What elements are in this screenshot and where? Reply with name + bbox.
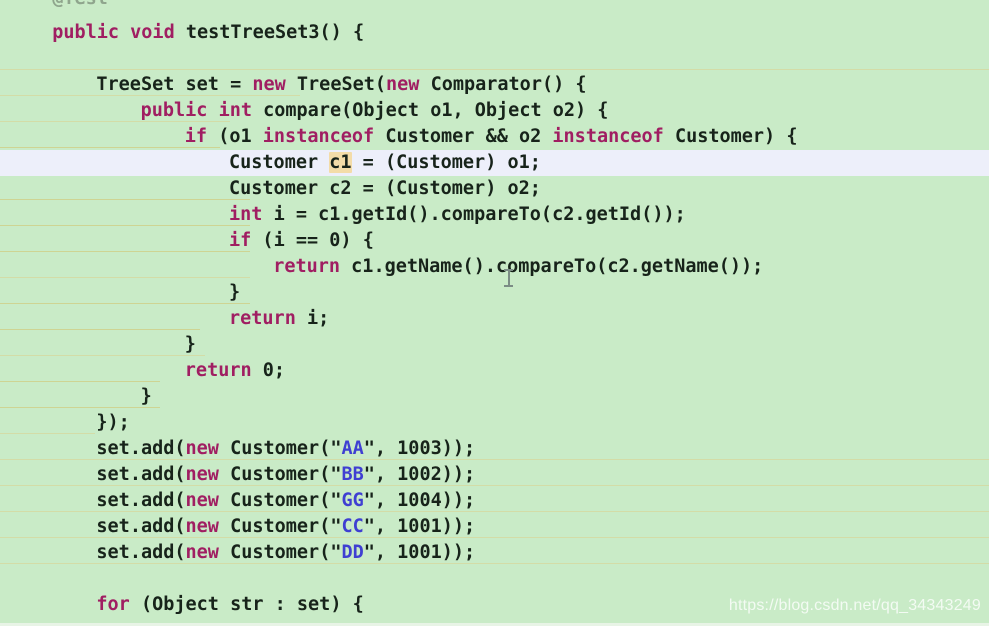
code-line[interactable]: return i; bbox=[0, 306, 989, 332]
code-line[interactable]: set.add(new Customer("CC", 1001)); bbox=[0, 514, 989, 540]
code-line[interactable]: Customer c1 = (Customer) o1; bbox=[0, 150, 989, 176]
code-line[interactable]: public int compare(Object o1, Object o2)… bbox=[0, 98, 989, 124]
code-line[interactable] bbox=[0, 46, 989, 72]
code-editor-surface[interactable]: @Test public void testTreeSet3() { TreeSet… bbox=[0, 0, 989, 626]
code-line[interactable] bbox=[0, 566, 989, 592]
code-line[interactable]: set.add(new Customer("AA", 1003)); bbox=[0, 436, 989, 462]
code-line[interactable]: return c1.getName().compareTo(c2.getName… bbox=[0, 254, 989, 280]
code-line[interactable]: } bbox=[0, 384, 989, 410]
csdn-watermark: https://blog.csdn.net/qq_34343249 bbox=[728, 597, 981, 614]
code-line[interactable]: }); bbox=[0, 410, 989, 436]
code-line[interactable]: set.add(new Customer("DD", 1001)); bbox=[0, 540, 989, 566]
code-line[interactable]: TreeSet set = new TreeSet(new Comparator… bbox=[0, 72, 989, 98]
code-line[interactable]: } bbox=[0, 332, 989, 358]
code-line[interactable]: if (i == 0) { bbox=[0, 228, 989, 254]
code-line[interactable]: Customer c2 = (Customer) o2; bbox=[0, 176, 989, 202]
code-line[interactable]: } bbox=[0, 280, 989, 306]
code-line[interactable]: if (o1 instanceof Customer && o2 instanc… bbox=[0, 124, 989, 150]
code-line[interactable]: set.add(new Customer("GG", 1004)); bbox=[0, 488, 989, 514]
code-editor-screenshot: @Test public void testTreeSet3() { TreeSet… bbox=[0, 0, 989, 626]
code-line[interactable]: int i = c1.getId().compareTo(c2.getId())… bbox=[0, 202, 989, 228]
code-line[interactable]: public void testTreeSet3() { bbox=[0, 20, 989, 46]
code-line[interactable]: @Test bbox=[0, 0, 989, 12]
code-line[interactable]: set.add(new Customer("BB", 1002)); bbox=[0, 462, 989, 488]
code-line[interactable]: return 0; bbox=[0, 358, 989, 384]
